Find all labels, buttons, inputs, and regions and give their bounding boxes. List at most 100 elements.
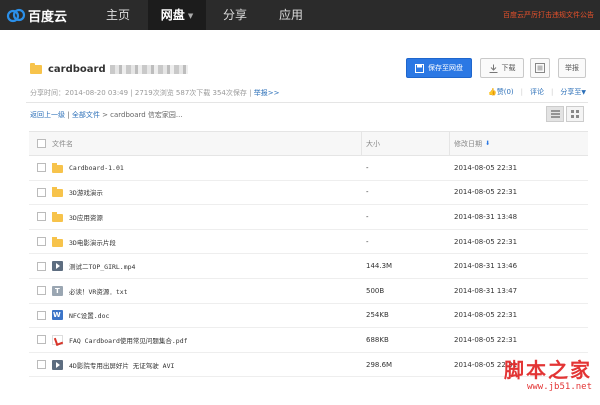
row-name-cell[interactable]: 必读！VR资源．txt bbox=[52, 279, 128, 303]
header-date[interactable]: 修改日期 ⬇ bbox=[454, 132, 490, 155]
column-divider bbox=[361, 132, 362, 155]
report-button-label: 举报 bbox=[565, 64, 579, 72]
share-title-row: cardboard bbox=[30, 62, 188, 76]
row-checkbox-cell bbox=[37, 254, 46, 278]
file-size: - bbox=[366, 163, 369, 172]
grid-view-toggle[interactable] bbox=[566, 106, 584, 122]
divider: | bbox=[520, 88, 524, 96]
row-checkbox-cell bbox=[37, 353, 46, 377]
breadcrumb: 返回上一级 | 全部文件 > cardboard 信宏家园... bbox=[30, 110, 183, 120]
select-all-checkbox-cell bbox=[37, 132, 46, 155]
table-row[interactable]: 3D应用资源 - 2014-08-31 13:48 bbox=[29, 205, 588, 230]
report-button[interactable]: 举报 bbox=[558, 58, 586, 78]
file-table: 文件名 大小 修改日期 ⬇ Cardboard-1.01 - 2014-08-05 2… bbox=[29, 131, 588, 378]
header-size[interactable]: 大小 bbox=[366, 132, 380, 155]
row-name-cell[interactable]: 4D影院专用出屏好片 无证驾驶 AVI bbox=[52, 353, 174, 377]
doc-icon bbox=[52, 310, 63, 321]
table-row[interactable]: NFC设置.doc 254KB 2014-08-05 22:31 bbox=[29, 304, 588, 329]
divider: | bbox=[551, 88, 554, 96]
select-all-checkbox[interactable] bbox=[37, 139, 46, 148]
table-body: Cardboard-1.01 - 2014-08-05 22:31 3D游戏演示 - 20… bbox=[29, 156, 588, 378]
share-actions: 👍赞(0) | 评论 | 分享至▼ bbox=[488, 87, 586, 97]
row-checkbox[interactable] bbox=[37, 286, 46, 296]
row-name-cell[interactable]: FAQ Cardboard使用常见问题集合.pdf bbox=[52, 328, 188, 352]
chevron-down-icon: ▼ bbox=[581, 89, 586, 96]
file-size: 500B bbox=[366, 286, 385, 295]
row-name-cell[interactable]: 3D游戏演示 bbox=[52, 181, 103, 205]
row-checkbox[interactable] bbox=[37, 212, 46, 222]
row-name-cell[interactable]: NFC设置.doc bbox=[52, 304, 109, 328]
like-label: 赞(0) bbox=[496, 88, 514, 96]
nav-share[interactable]: 分享 bbox=[210, 0, 260, 30]
share-meta-text: 分享时间：2014-08-20 03:49 | 2719次浏览 587次下载 3… bbox=[30, 89, 252, 97]
file-date: 2014-08-31 13:48 bbox=[454, 212, 518, 221]
file-date: 2014-08-05 22:31 bbox=[454, 188, 518, 197]
file-date: 2014-08-05 22:31 bbox=[454, 163, 518, 172]
row-checkbox[interactable] bbox=[37, 187, 46, 197]
share-to-action[interactable]: 分享至▼ bbox=[560, 87, 586, 97]
header-name[interactable]: 文件名 bbox=[52, 132, 73, 155]
save-to-netdisk-button[interactable]: 保存至网盘 bbox=[406, 58, 472, 78]
row-checkbox-cell bbox=[37, 156, 46, 180]
violation-notice-link[interactable]: 百度云严厉打击违规文件公告 bbox=[503, 0, 594, 30]
baidu-yun-logo[interactable]: 百度云 bbox=[6, 6, 67, 25]
row-name-cell[interactable]: Cardboard-1.01 bbox=[52, 156, 124, 180]
report-link[interactable]: 举报>> bbox=[254, 89, 280, 97]
row-checkbox[interactable] bbox=[37, 360, 46, 370]
pdf-icon bbox=[52, 334, 63, 345]
breadcrumb-all-files-link[interactable]: 全部文件 bbox=[72, 111, 100, 119]
row-checkbox-cell bbox=[37, 279, 46, 303]
save-icon bbox=[415, 63, 424, 73]
file-date: 2014-08-05 22:31 bbox=[454, 335, 518, 344]
table-row[interactable]: FAQ Cardboard使用常见问题集合.pdf 688KB 2014-08-05… bbox=[29, 328, 588, 353]
file-size: 144.3M bbox=[366, 262, 393, 271]
download-button[interactable]: 下载 bbox=[480, 58, 524, 78]
file-name: 3D电影演示片段 bbox=[69, 238, 116, 247]
comment-action[interactable]: 评论 bbox=[530, 87, 544, 97]
row-name-cell[interactable]: 测试二TOP_GIRL.mp4 bbox=[52, 254, 135, 278]
table-row[interactable]: 3D游戏演示 - 2014-08-05 22:31 bbox=[29, 181, 588, 206]
like-action[interactable]: 👍赞(0) bbox=[488, 87, 514, 97]
video-icon bbox=[52, 359, 63, 370]
table-row[interactable]: Cardboard-1.01 - 2014-08-05 22:31 bbox=[29, 156, 588, 181]
list-view-toggle[interactable] bbox=[546, 106, 564, 122]
file-name: NFC设置.doc bbox=[69, 312, 110, 321]
breadcrumb-path: > cardboard 信宏家园... bbox=[102, 111, 183, 119]
row-checkbox-cell bbox=[37, 328, 46, 352]
grid-view-icon bbox=[571, 110, 579, 118]
row-checkbox[interactable] bbox=[37, 310, 46, 320]
breadcrumb-back-link[interactable]: 返回上一级 bbox=[30, 111, 65, 119]
row-name-cell[interactable]: 3D应用资源 bbox=[52, 205, 103, 229]
folder-icon bbox=[52, 162, 63, 173]
table-row[interactable]: 3D电影演示片段 - 2014-08-05 22:31 bbox=[29, 230, 588, 255]
txt-icon bbox=[52, 285, 63, 296]
file-size: 254KB bbox=[366, 311, 389, 320]
nav-netdisk[interactable]: 网盘 ▼ bbox=[148, 0, 206, 30]
file-name: 3D应用资源 bbox=[69, 213, 103, 222]
nav-home[interactable]: 主页 bbox=[92, 0, 144, 30]
qrcode-icon bbox=[535, 63, 545, 73]
file-name: 4D影院专用出屏好片 无证驾驶 AVI bbox=[69, 361, 175, 370]
share-to-label: 分享至 bbox=[560, 88, 582, 96]
video-icon bbox=[52, 261, 63, 272]
file-size: 298.6M bbox=[366, 360, 393, 369]
row-checkbox[interactable] bbox=[37, 163, 46, 173]
file-size: - bbox=[366, 212, 369, 221]
file-name: 必读！VR资源．txt bbox=[69, 287, 128, 296]
table-row[interactable]: 测试二TOP_GIRL.mp4 144.3M 2014-08-31 13:46 bbox=[29, 254, 588, 279]
row-checkbox[interactable] bbox=[37, 261, 46, 271]
share-title: cardboard bbox=[48, 63, 106, 75]
header-date-label: 修改日期 bbox=[454, 139, 482, 148]
nav-apps-label: 应用 bbox=[278, 8, 303, 22]
thumbs-up-icon: 👍 bbox=[488, 88, 497, 96]
row-name-cell[interactable]: 3D电影演示片段 bbox=[52, 230, 116, 254]
folder-icon bbox=[30, 62, 42, 74]
row-checkbox[interactable] bbox=[37, 335, 46, 345]
watermark-url: www.jb51.net bbox=[526, 382, 592, 392]
qrcode-button[interactable] bbox=[530, 58, 550, 78]
download-icon bbox=[489, 64, 497, 73]
table-row[interactable]: 必读！VR资源．txt 500B 2014-08-31 13:47 bbox=[29, 279, 588, 304]
folder-icon bbox=[52, 211, 63, 222]
row-checkbox[interactable] bbox=[37, 237, 46, 247]
nav-apps[interactable]: 应用 bbox=[266, 0, 316, 30]
